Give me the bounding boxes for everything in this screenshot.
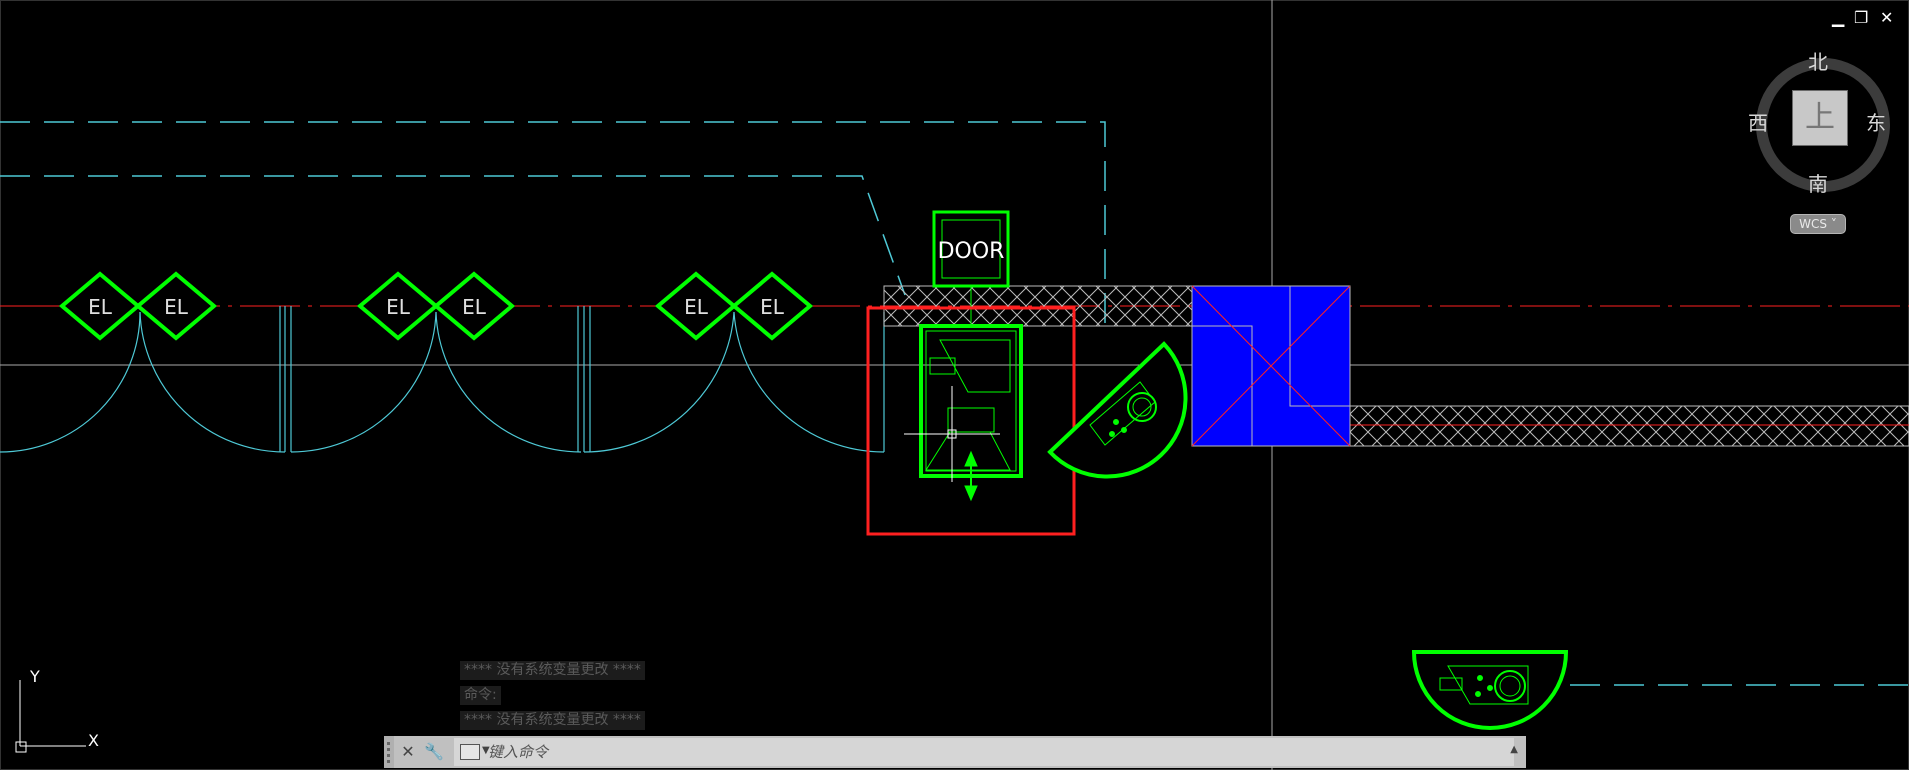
ucs-x-label: X bbox=[88, 731, 99, 750]
command-line-grip-handle[interactable] bbox=[384, 736, 394, 768]
compass-north[interactable]: 北 bbox=[1808, 46, 1828, 75]
wcs-menu-button[interactable]: WCS ˅ bbox=[1790, 214, 1846, 234]
close-button[interactable]: ✕ bbox=[1880, 10, 1893, 26]
el-label: EL bbox=[164, 295, 189, 319]
command-history-line: **** 没有系统变量更改 **** bbox=[460, 661, 645, 680]
command-input[interactable] bbox=[454, 738, 1514, 766]
el-label: EL bbox=[386, 295, 411, 319]
compass-east[interactable]: 东 bbox=[1866, 107, 1886, 136]
hatched-wall-right bbox=[1349, 405, 1909, 447]
command-history-line: 命令: bbox=[460, 686, 501, 705]
camera-symbol-rotated bbox=[1047, 341, 1188, 479]
el-label: EL bbox=[760, 295, 785, 319]
restore-button[interactable]: ❐ bbox=[1854, 10, 1868, 26]
crosshair-cursor bbox=[904, 386, 1000, 482]
ucs-icon bbox=[15, 680, 86, 753]
viewcube-top-face[interactable]: 上 bbox=[1792, 90, 1848, 146]
selected-device[interactable] bbox=[919, 324, 1023, 502]
minimize-button[interactable]: ▁ bbox=[1832, 10, 1844, 26]
el-label: EL bbox=[684, 295, 709, 319]
dashed-boundary bbox=[0, 121, 1909, 686]
customize-wrench-icon[interactable]: 🔧 bbox=[424, 742, 444, 762]
blue-column bbox=[1191, 285, 1351, 447]
chevron-down-icon[interactable]: ▼ bbox=[482, 745, 490, 756]
door-swing-arcs bbox=[0, 311, 885, 453]
el-label: EL bbox=[462, 295, 487, 319]
ucs-y-label: Y bbox=[29, 667, 40, 686]
viewport-border bbox=[0, 0, 1909, 770]
el-label: EL bbox=[88, 295, 113, 319]
chevron-up-icon[interactable]: ▲ bbox=[1510, 744, 1518, 755]
compass-south[interactable]: 南 bbox=[1808, 168, 1828, 197]
hatched-wall-upper bbox=[883, 285, 1195, 327]
compass-west[interactable]: 西 bbox=[1748, 107, 1768, 136]
viewcube[interactable]: 上 北 南 东 西 bbox=[1748, 50, 1890, 196]
close-command-line-icon[interactable]: ✕ bbox=[398, 742, 418, 762]
door-label: DOOR bbox=[938, 239, 1005, 264]
command-line-bar: ✕ 🔧 ▼ ▲ bbox=[384, 736, 1526, 768]
command-history-line: **** 没有系统变量更改 **** bbox=[460, 711, 645, 730]
recent-commands-icon[interactable] bbox=[460, 744, 480, 760]
drawing-canvas[interactable]: EL EL EL EL EL EL DOOR Y X bbox=[0, 0, 1909, 770]
camera-symbol-bottom bbox=[1411, 650, 1569, 730]
